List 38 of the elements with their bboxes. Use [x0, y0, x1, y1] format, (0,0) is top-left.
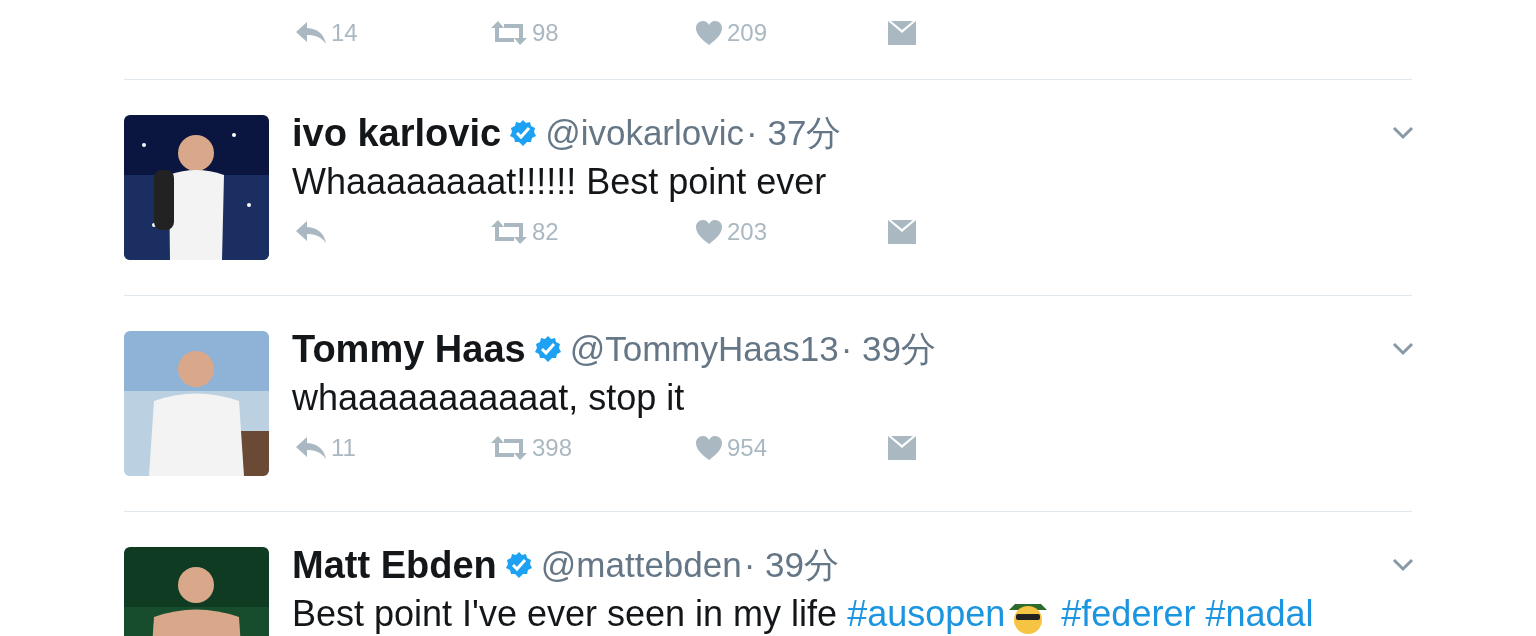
verified-badge-icon	[504, 551, 533, 579]
retweet-icon[interactable]	[490, 20, 528, 46]
user-handle[interactable]: @TommyHaas13	[569, 322, 839, 376]
like-count: 954	[727, 433, 768, 463]
verified-badge-icon	[509, 119, 538, 147]
tweet-time: · 37分	[746, 111, 842, 154]
tweet-text: Best point I've ever seen in my life #ausopen #federer #nadal	[292, 592, 1315, 636]
retweet-count: 98	[532, 18, 559, 48]
reply-count: 14	[331, 18, 358, 48]
chevron-down-icon[interactable]	[1392, 558, 1414, 572]
like-count: 209	[727, 18, 768, 48]
tweet-time: · 39分	[743, 543, 840, 586]
user-name[interactable]: Matt Ebden	[292, 536, 497, 594]
user-name[interactable]: ivo karlovic	[292, 104, 502, 162]
tweet-text: Whaaaaaaaat!!!!!! Best point ever	[292, 160, 828, 204]
heart-icon[interactable]	[695, 20, 723, 46]
retweet-count: 82	[532, 217, 559, 247]
chevron-down-icon[interactable]	[1392, 126, 1414, 140]
heart-icon[interactable]	[695, 219, 723, 245]
tweet-time: · 39分	[840, 327, 936, 370]
retweet-icon[interactable]	[490, 435, 528, 461]
message-icon[interactable]	[887, 219, 917, 245]
verified-badge-icon	[533, 335, 562, 363]
reply-count: 11	[331, 433, 356, 463]
retweet-count: 398	[532, 433, 573, 463]
message-icon[interactable]	[887, 20, 917, 46]
hashtag-link[interactable]: #nadal	[1205, 593, 1314, 634]
user-handle[interactable]: @mattebden	[540, 538, 742, 592]
chevron-down-icon[interactable]	[1392, 342, 1414, 356]
user-handle[interactable]: @ivokarlovic	[545, 106, 745, 160]
tweet-text: whaaaaaaaaaaat, stop it	[292, 376, 686, 420]
user-name[interactable]: Tommy Haas	[292, 320, 526, 378]
heart-icon[interactable]	[695, 435, 723, 461]
hashtag-link[interactable]: #federer	[1061, 593, 1196, 634]
message-icon[interactable]	[887, 435, 917, 461]
hashtag-link[interactable]: #ausopen	[847, 593, 1006, 634]
retweet-icon[interactable]	[490, 219, 528, 245]
like-count: 203	[727, 217, 768, 247]
